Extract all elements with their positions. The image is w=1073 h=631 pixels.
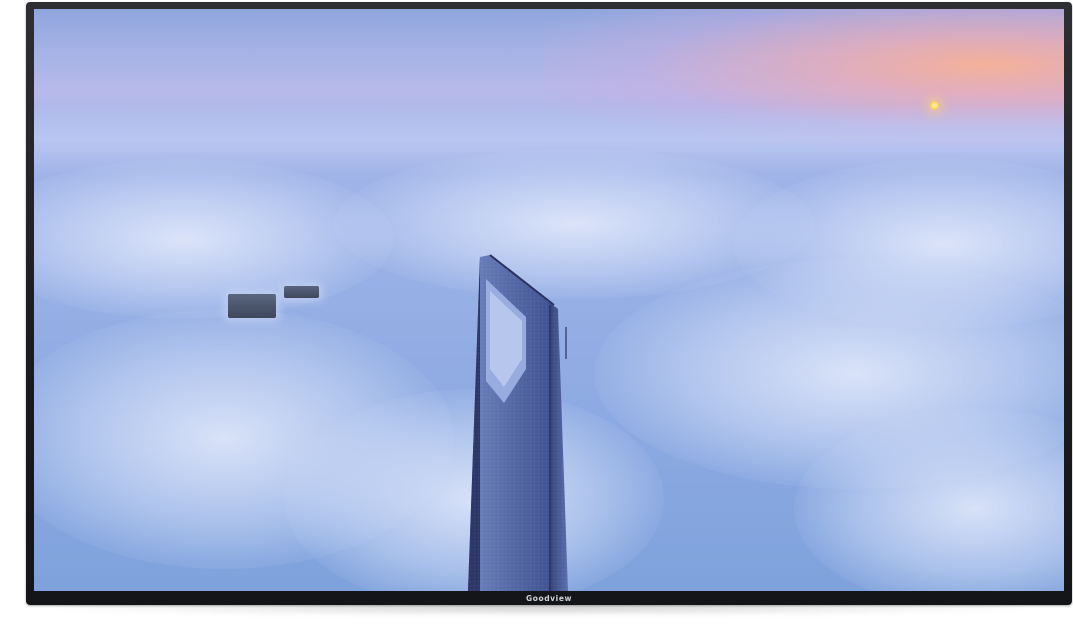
- display-screen: [34, 9, 1064, 591]
- brand-logo: Goodview: [525, 594, 573, 603]
- product-stage: Goodview: [0, 0, 1073, 631]
- display-bezel: Goodview: [26, 2, 1072, 605]
- skyscraper-icon: [468, 254, 568, 591]
